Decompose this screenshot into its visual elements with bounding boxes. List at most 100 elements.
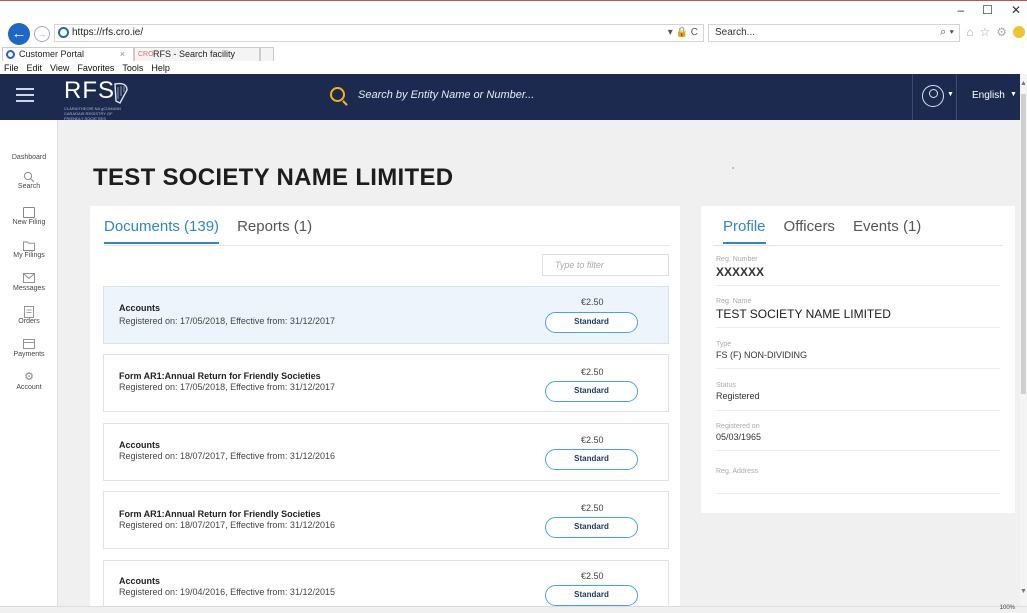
navigation-bar: ← → https://rfs.cro.ie/ ▾ 🔒 C Search... … bbox=[0, 21, 1027, 45]
filter-input[interactable]: Type to filter bbox=[542, 254, 669, 276]
logo-tagline: CLÁRAITHEOIR NA gCUMANN CARADAIS REGISTR… bbox=[64, 106, 121, 121]
sidebar-item-account[interactable]: ⚙ Account bbox=[0, 371, 58, 392]
minimize-icon[interactable]: – bbox=[957, 3, 964, 17]
document-name: Form AR1:Annual Return for Friendly Soci… bbox=[119, 371, 321, 381]
sidebar-item-new-filing[interactable]: New Filing bbox=[0, 207, 58, 226]
back-arrow-icon[interactable]: ← bbox=[8, 23, 30, 45]
field-label: Reg. Name bbox=[716, 298, 752, 305]
field-value: FS (F) NON-DIVIDING bbox=[716, 350, 807, 360]
browser-search-placeholder: Search... bbox=[715, 27, 756, 38]
field-value: XXXXXX bbox=[716, 265, 765, 279]
profile-tabs: Profile Officers Events (1) bbox=[723, 218, 921, 244]
standard-button[interactable]: Standard bbox=[545, 381, 638, 402]
sidebar-item-label: New Filing bbox=[12, 219, 46, 226]
browser-tab-strip: Customer Portal × CRO RFS - Search facil… bbox=[0, 47, 1027, 61]
field-label: Reg. Number bbox=[716, 256, 758, 263]
search-icon[interactable] bbox=[330, 87, 345, 102]
maximize-icon[interactable]: ☐ bbox=[982, 3, 993, 17]
entity-search[interactable]: Search by Entity Name or Number... bbox=[330, 87, 630, 107]
document-row[interactable]: Form AR1:Annual Return for Friendly Soci… bbox=[103, 491, 669, 549]
document-details: Registered on: 17/05/2018, Effective fro… bbox=[119, 382, 335, 392]
standard-button[interactable]: Standard bbox=[545, 517, 638, 538]
sidebar-item-payments[interactable]: Payments bbox=[0, 339, 58, 358]
tab-customer-portal[interactable]: Customer Portal × bbox=[2, 47, 134, 61]
document-price: €2.50 bbox=[581, 503, 604, 513]
gear-icon: ⚙ bbox=[24, 371, 34, 383]
scroll-down-icon[interactable]: ▼ bbox=[1020, 588, 1027, 595]
field-label: Registered on bbox=[716, 423, 760, 430]
profile-field-reg-name: Reg. Name TEST SOCIETY NAME LIMITED bbox=[716, 298, 1000, 328]
document-name: Accounts bbox=[119, 576, 161, 586]
sidebar-item-label: My Filings bbox=[13, 252, 45, 259]
tab-favicon-icon bbox=[6, 50, 15, 59]
home-icon[interactable]: ⌂ bbox=[966, 25, 973, 39]
browser-search-input[interactable]: Search... ⌕ ▾ bbox=[708, 24, 960, 42]
sidebar-item-my-filings[interactable]: My Filings bbox=[0, 240, 58, 259]
main-content: TEST SOCIETY NAME LIMITED Documents (139… bbox=[59, 120, 1020, 613]
documents-tabs: Documents (139) Reports (1) bbox=[104, 218, 312, 244]
page-title: TEST SOCIETY NAME LIMITED bbox=[93, 164, 454, 191]
sidebar-item-orders[interactable]: Orders bbox=[0, 306, 58, 325]
magnifier-icon[interactable]: ⌕ ▾ bbox=[940, 26, 954, 39]
sidebar-item-label: Account bbox=[16, 384, 42, 391]
new-tab-button[interactable] bbox=[260, 47, 274, 61]
standard-button[interactable]: Standard bbox=[545, 449, 638, 470]
filter-placeholder: Type to filter bbox=[555, 260, 604, 270]
address-tools-icon[interactable]: ▾ 🔒 C bbox=[668, 27, 698, 38]
field-label: Type bbox=[716, 341, 732, 348]
tab-events[interactable]: Events (1) bbox=[853, 218, 921, 244]
document-price: €2.50 bbox=[581, 571, 604, 581]
sidebar-item-dashboard[interactable]: Dashboard bbox=[0, 154, 58, 161]
document-price: €2.50 bbox=[581, 367, 604, 377]
field-value: 05/03/1965 bbox=[716, 432, 762, 442]
forward-arrow-icon[interactable]: → bbox=[34, 26, 50, 42]
settings-gear-icon[interactable]: ⚙ bbox=[996, 25, 1007, 39]
document-price: €2.50 bbox=[581, 435, 604, 445]
status-bar: 100% bbox=[0, 605, 1027, 613]
orders-icon bbox=[23, 306, 35, 318]
standard-button[interactable]: Standard bbox=[545, 585, 638, 606]
profile-field-reg-number: Reg. Number XXXXXX bbox=[716, 256, 1000, 286]
rfs-logo[interactable]: RFS CLÁRAITHEOIR NA gCUMANN CARADAIS REG… bbox=[64, 78, 154, 121]
scroll-up-icon[interactable]: ▲ bbox=[1020, 80, 1027, 87]
search-icon bbox=[23, 171, 35, 183]
divider bbox=[104, 245, 669, 246]
tab-documents[interactable]: Documents (139) bbox=[104, 218, 220, 244]
entity-search-placeholder: Search by Entity Name or Number... bbox=[358, 89, 535, 101]
document-name: Accounts bbox=[119, 440, 161, 450]
feedback-smiley-icon[interactable] bbox=[1013, 26, 1025, 38]
document-row[interactable]: Accounts Registered on: 18/07/2017, Effe… bbox=[103, 423, 669, 481]
tab-close-icon[interactable]: × bbox=[120, 48, 125, 61]
page-scrollbar[interactable]: ▲ ▼ bbox=[1020, 74, 1027, 613]
tab-profile[interactable]: Profile bbox=[723, 218, 766, 244]
hamburger-menu-icon[interactable] bbox=[16, 88, 34, 103]
address-bar[interactable]: https://rfs.cro.ie/ ▾ 🔒 C bbox=[54, 24, 704, 42]
scrollbar-thumb[interactable] bbox=[1021, 94, 1026, 394]
app-header: RFS CLÁRAITHEOIR NA gCUMANN CARADAIS REG… bbox=[0, 74, 1020, 121]
zoom-level[interactable]: 100% bbox=[1000, 605, 1015, 611]
sidebar-item-label: Messages bbox=[13, 285, 45, 292]
document-row[interactable]: Accounts Registered on: 17/05/2018, Effe… bbox=[103, 286, 669, 344]
url-text[interactable]: https://rfs.cro.ie/ bbox=[72, 27, 143, 38]
standard-button[interactable]: Standard bbox=[545, 312, 638, 333]
tab-officers[interactable]: Officers bbox=[784, 218, 835, 244]
field-value: Registered bbox=[716, 391, 760, 401]
browser-chrome: – ☐ ✕ ← → https://rfs.cro.ie/ ▾ 🔒 C Sear… bbox=[0, 0, 1027, 74]
tab-reports[interactable]: Reports (1) bbox=[237, 218, 312, 244]
language-selector[interactable]: English ▼ bbox=[956, 74, 1020, 120]
document-details: Registered on: 19/04/2016, Effective fro… bbox=[119, 587, 335, 597]
divider bbox=[713, 245, 1003, 246]
browser-toolbar-icons: ⌂ ☆ ⚙ bbox=[966, 25, 1025, 39]
document-row[interactable]: Form AR1:Annual Return for Friendly Soci… bbox=[103, 354, 669, 412]
decorative-dot bbox=[732, 167, 734, 169]
new-filing-icon bbox=[23, 207, 35, 218]
sidebar-item-messages[interactable]: Messages bbox=[0, 273, 58, 292]
user-avatar-icon bbox=[922, 85, 944, 107]
user-menu[interactable]: ▼ bbox=[912, 74, 956, 120]
tab-rfs-search[interactable]: CRO RFS - Search facility bbox=[134, 47, 260, 61]
close-window-icon[interactable]: ✕ bbox=[1011, 3, 1021, 17]
sidebar-item-label: Payments bbox=[13, 351, 45, 358]
document-details: Registered on: 18/07/2017, Effective fro… bbox=[119, 451, 335, 461]
sidebar-item-search[interactable]: Search bbox=[0, 171, 58, 190]
star-icon[interactable]: ☆ bbox=[979, 25, 990, 39]
